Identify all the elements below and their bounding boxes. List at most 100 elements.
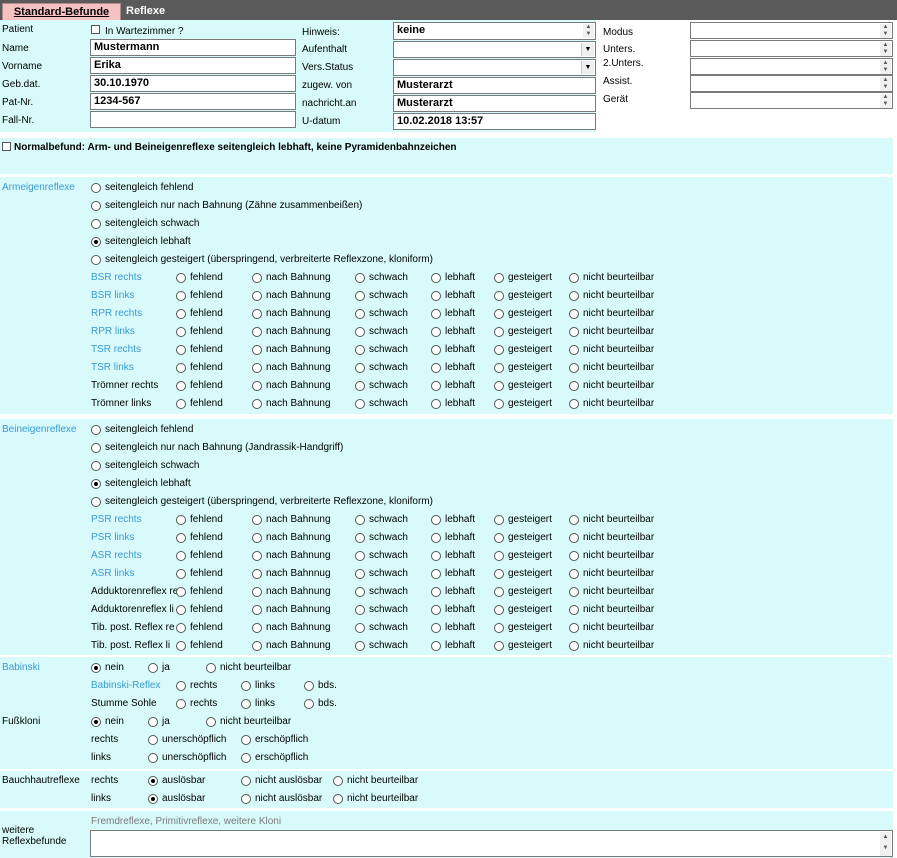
- tab-reflexe[interactable]: Reflexe: [126, 3, 165, 20]
- bein-row-4-grade-1-radio[interactable]: [252, 587, 262, 597]
- nachricht-field[interactable]: Musterarzt: [393, 95, 596, 112]
- arm-row-0-grade-3-radio[interactable]: [431, 273, 441, 283]
- arm-row-1-grade-5-radio[interactable]: [569, 291, 579, 301]
- babinski-side-2-radio[interactable]: [304, 681, 314, 691]
- arm-row-1-grade-0-radio[interactable]: [176, 291, 186, 301]
- bein-row-4-grade-0-radio[interactable]: [176, 587, 186, 597]
- bein-row-5-grade-0-radio[interactable]: [176, 605, 186, 615]
- bein-row-6-grade-0-radio[interactable]: [176, 623, 186, 633]
- bein-row-6-grade-3-radio[interactable]: [431, 623, 441, 633]
- babinski-option-1-radio[interactable]: [148, 663, 158, 673]
- arm-row-5-grade-0-radio[interactable]: [176, 363, 186, 373]
- bein-row-0-grade-0-radio[interactable]: [176, 515, 186, 525]
- bein-row-7-grade-1-radio[interactable]: [252, 641, 262, 651]
- vorname-field[interactable]: Erika: [90, 57, 296, 74]
- bein-row-1-grade-4-radio[interactable]: [494, 533, 504, 543]
- bein-row-3-grade-2-radio[interactable]: [355, 569, 365, 579]
- arm-row-4-grade-5-radio[interactable]: [569, 345, 579, 355]
- bein-row-2-grade-4-radio[interactable]: [494, 551, 504, 561]
- bein-row-5-grade-5-radio[interactable]: [569, 605, 579, 615]
- bauchhaut-rechts-1-radio[interactable]: [241, 776, 251, 786]
- arm-row-7-grade-4-radio[interactable]: [494, 399, 504, 409]
- bein-row-7-grade-5-radio[interactable]: [569, 641, 579, 651]
- aufenthalt-select[interactable]: ▼: [393, 41, 596, 58]
- arm-row-2-grade-1-radio[interactable]: [252, 309, 262, 319]
- scroll-arrows-icon[interactable]: ▲ ▼: [880, 77, 891, 91]
- arm-row-6-grade-0-radio[interactable]: [176, 381, 186, 391]
- arm-row-6-grade-4-radio[interactable]: [494, 381, 504, 391]
- hinweis-field[interactable]: keine ▲ ▼: [393, 22, 596, 40]
- bein-row-7-grade-0-radio[interactable]: [176, 641, 186, 651]
- bein-row-4-grade-3-radio[interactable]: [431, 587, 441, 597]
- name-field[interactable]: Mustermann: [90, 39, 296, 56]
- bein-row-6-grade-4-radio[interactable]: [494, 623, 504, 633]
- chevron-down-icon[interactable]: ▼: [581, 61, 594, 74]
- scroll-arrows-icon[interactable]: ▲ ▼: [880, 832, 891, 856]
- arm-row-5-grade-3-radio[interactable]: [431, 363, 441, 373]
- chevron-down-icon[interactable]: ▼: [581, 43, 594, 56]
- arm-row-5-grade-2-radio[interactable]: [355, 363, 365, 373]
- versstatus-select[interactable]: ▼: [393, 59, 596, 76]
- normalbefund-checkbox[interactable]: [2, 142, 11, 154]
- arm-row-0-grade-1-radio[interactable]: [252, 273, 262, 283]
- scroll-arrows-icon[interactable]: ▲ ▼: [880, 60, 891, 74]
- stumme-side-0-radio[interactable]: [176, 699, 186, 709]
- assist-field[interactable]: ▲ ▼: [690, 75, 893, 92]
- arm-row-0-grade-4-radio[interactable]: [494, 273, 504, 283]
- arm-row-3-grade-3-radio[interactable]: [431, 327, 441, 337]
- bauchhaut-rechts-2-radio[interactable]: [333, 776, 343, 786]
- bein-row-5-grade-1-radio[interactable]: [252, 605, 262, 615]
- bein-row-2-grade-3-radio[interactable]: [431, 551, 441, 561]
- arm-row-6-grade-1-radio[interactable]: [252, 381, 262, 391]
- arm-row-2-grade-0-radio[interactable]: [176, 309, 186, 319]
- stumme-side-2-radio[interactable]: [304, 699, 314, 709]
- babinski-side-0-radio[interactable]: [176, 681, 186, 691]
- scroll-arrows-icon[interactable]: ▲ ▼: [880, 42, 891, 56]
- bein-option-2-radio[interactable]: [91, 461, 101, 471]
- bein-row-3-grade-5-radio[interactable]: [569, 569, 579, 579]
- arm-row-7-grade-0-radio[interactable]: [176, 399, 186, 409]
- bein-row-0-grade-4-radio[interactable]: [494, 515, 504, 525]
- bein-row-1-grade-2-radio[interactable]: [355, 533, 365, 543]
- arm-row-4-grade-0-radio[interactable]: [176, 345, 186, 355]
- fusskloni-option-1-radio[interactable]: [148, 717, 158, 727]
- zugew-field[interactable]: Musterarzt: [393, 77, 596, 94]
- fusskloni-links-1-radio[interactable]: [241, 753, 251, 763]
- arm-row-7-grade-3-radio[interactable]: [431, 399, 441, 409]
- fusskloni-option-2-radio[interactable]: [206, 717, 216, 727]
- arm-option-4-radio[interactable]: [91, 255, 101, 265]
- babinski-option-0-radio[interactable]: [91, 663, 101, 673]
- arm-row-0-grade-2-radio[interactable]: [355, 273, 365, 283]
- bein-option-4-radio[interactable]: [91, 497, 101, 507]
- arm-row-0-grade-5-radio[interactable]: [569, 273, 579, 283]
- geraet-field[interactable]: ▲ ▼: [690, 92, 893, 109]
- tab-standard-befunde[interactable]: Standard-Befunde: [2, 3, 121, 20]
- bein-row-6-grade-2-radio[interactable]: [355, 623, 365, 633]
- bein-row-7-grade-4-radio[interactable]: [494, 641, 504, 651]
- arm-row-3-grade-1-radio[interactable]: [252, 327, 262, 337]
- udatum-field[interactable]: 10.02.2018 13:57: [393, 113, 596, 130]
- bein-row-5-grade-3-radio[interactable]: [431, 605, 441, 615]
- arm-row-1-grade-1-radio[interactable]: [252, 291, 262, 301]
- arm-row-6-grade-5-radio[interactable]: [569, 381, 579, 391]
- bein-row-1-grade-0-radio[interactable]: [176, 533, 186, 543]
- arm-row-2-grade-5-radio[interactable]: [569, 309, 579, 319]
- bein-option-0-radio[interactable]: [91, 425, 101, 435]
- bein-row-3-grade-0-radio[interactable]: [176, 569, 186, 579]
- arm-row-3-grade-2-radio[interactable]: [355, 327, 365, 337]
- fusskloni-rechts-1-radio[interactable]: [241, 735, 251, 745]
- babinski-side-1-radio[interactable]: [241, 681, 251, 691]
- arm-row-5-grade-1-radio[interactable]: [252, 363, 262, 373]
- bein-row-1-grade-1-radio[interactable]: [252, 533, 262, 543]
- bein-row-6-grade-1-radio[interactable]: [252, 623, 262, 633]
- arm-row-4-grade-4-radio[interactable]: [494, 345, 504, 355]
- bein-option-3-radio[interactable]: [91, 479, 101, 489]
- bein-row-0-grade-5-radio[interactable]: [569, 515, 579, 525]
- babinski-option-2-radio[interactable]: [206, 663, 216, 673]
- arm-row-7-grade-5-radio[interactable]: [569, 399, 579, 409]
- bein-row-5-grade-2-radio[interactable]: [355, 605, 365, 615]
- arm-option-3-radio[interactable]: [91, 237, 101, 247]
- arm-option-2-radio[interactable]: [91, 219, 101, 229]
- bein-row-0-grade-1-radio[interactable]: [252, 515, 262, 525]
- bein-row-3-grade-3-radio[interactable]: [431, 569, 441, 579]
